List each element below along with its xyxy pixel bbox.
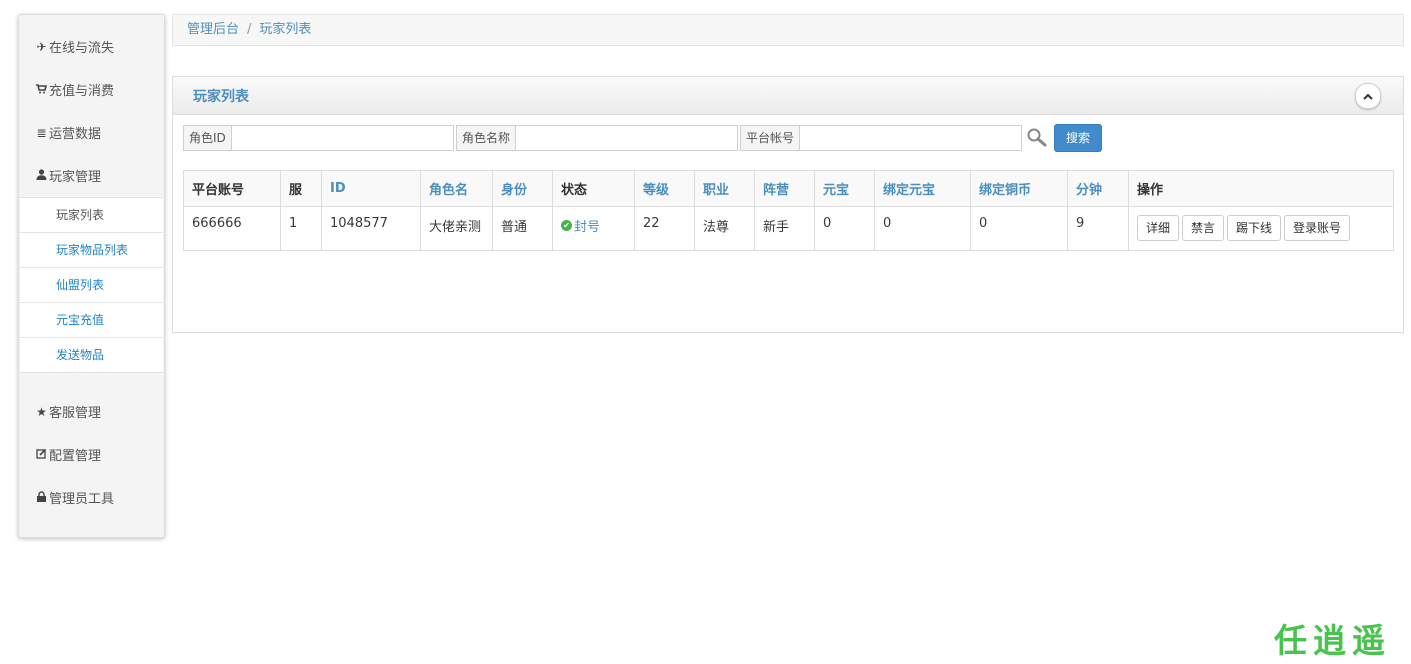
- check-circle-icon: ✔: [561, 220, 572, 231]
- role-id-field: 角色ID: [183, 125, 454, 151]
- nav-item-operations[interactable]: ≣ 运营数据: [35, 123, 102, 143]
- platform-account-input[interactable]: [800, 126, 1021, 150]
- plane-icon: ✈: [36, 39, 47, 54]
- star-icon: ★: [36, 404, 47, 419]
- cell-camp: 新手: [754, 206, 815, 251]
- column-header-bind-copper[interactable]: 绑定铜币: [970, 170, 1068, 207]
- role-id-input[interactable]: [231, 126, 453, 150]
- column-header-yuanbao[interactable]: 元宝: [814, 170, 875, 207]
- panel-header: 玩家列表: [173, 77, 1403, 115]
- breadcrumb-home-link[interactable]: 管理后台: [187, 22, 239, 37]
- role-name-label: 角色名称: [457, 126, 517, 150]
- column-header-name[interactable]: 角色名: [420, 170, 493, 207]
- sub-item-player-items[interactable]: 玩家物品列表: [20, 232, 163, 267]
- login-account-button[interactable]: 登录账号: [1284, 215, 1351, 241]
- mute-button[interactable]: 禁言: [1182, 215, 1225, 241]
- cell-server: 1: [280, 206, 322, 251]
- nav-item-recharge[interactable]: 充值与消费: [35, 80, 114, 99]
- nav-item-label: 充值与消费: [49, 84, 115, 99]
- sub-item-yuanbao-recharge[interactable]: 元宝充值: [20, 302, 163, 337]
- sidebar: ✈ 在线与流失 充值与消费 ≣ 运营数据 玩家管理 玩家列表 玩家物品列表 仙盟…: [18, 14, 165, 538]
- cart-icon: [35, 83, 48, 97]
- nav-item-customer-service[interactable]: ★ 客服管理: [35, 402, 102, 422]
- chevron-up-icon: [1363, 89, 1373, 104]
- cell-bind-copper: 0: [970, 206, 1068, 251]
- column-header-job[interactable]: 职业: [694, 170, 755, 207]
- platform-account-field: 平台帐号: [740, 125, 1022, 151]
- cell-platform-account: 666666: [183, 206, 281, 251]
- search-icon[interactable]: [1026, 127, 1048, 149]
- cell-id: 1048577: [321, 206, 421, 251]
- sub-item-player-list[interactable]: 玩家列表: [20, 198, 163, 232]
- column-header-id[interactable]: ID: [321, 170, 421, 207]
- nav-item-admin-tools[interactable]: 管理员工具: [35, 488, 114, 507]
- nav-item-label: 玩家管理: [49, 170, 102, 185]
- breadcrumb: 管理后台 / 玩家列表: [172, 14, 1404, 46]
- cell-actions: 详细 禁言 踢下线 登录账号: [1128, 206, 1394, 251]
- watermark-logo: 任逍遥: [1274, 621, 1391, 660]
- role-id-label: 角色ID: [184, 126, 232, 150]
- edit-icon: [35, 448, 48, 462]
- breadcrumb-separator: /: [247, 22, 252, 37]
- collapse-button[interactable]: [1355, 83, 1381, 109]
- player-submenu: 玩家列表 玩家物品列表 仙盟列表 元宝充值 发送物品: [20, 197, 163, 373]
- cell-identity: 普通: [492, 206, 553, 251]
- player-list-panel: 玩家列表 角色ID 角色名称 平台帐号 搜索 平台账号 服 ID 角色名 身份 …: [172, 76, 1404, 333]
- column-header-platform-account: 平台账号: [183, 170, 281, 207]
- nav-item-config[interactable]: 配置管理: [35, 445, 101, 464]
- cell-status: ✔ 封号: [552, 206, 635, 251]
- column-header-minutes[interactable]: 分钟: [1067, 170, 1129, 207]
- cell-yuanbao: 0: [814, 206, 875, 251]
- table-header-row: 平台账号 服 ID 角色名 身份 状态 等级 职业 阵营 元宝 绑定元宝 绑定铜…: [183, 170, 1394, 207]
- user-icon: [35, 168, 48, 183]
- cell-name: 大佬亲测: [420, 206, 493, 251]
- column-header-camp[interactable]: 阵营: [754, 170, 815, 207]
- player-table: 平台账号 服 ID 角色名 身份 状态 等级 职业 阵营 元宝 绑定元宝 绑定铜…: [183, 170, 1394, 251]
- nav-item-online-churn[interactable]: ✈ 在线与流失: [35, 37, 115, 57]
- breadcrumb-current-link[interactable]: 玩家列表: [259, 22, 311, 37]
- nav-item-player-management[interactable]: 玩家管理: [35, 166, 101, 185]
- nav-item-label: 配置管理: [49, 449, 102, 464]
- lock-icon: [35, 490, 48, 505]
- column-header-actions: 操作: [1128, 170, 1394, 207]
- status-link[interactable]: ✔ 封号: [561, 216, 600, 235]
- column-header-identity[interactable]: 身份: [492, 170, 553, 207]
- column-header-server: 服: [280, 170, 322, 207]
- nav-item-label: 管理员工具: [49, 492, 115, 507]
- column-header-status: 状态: [552, 170, 635, 207]
- cell-bind-yuanbao: 0: [874, 206, 971, 251]
- nav-item-label: 在线与流失: [49, 41, 115, 56]
- panel-title: 玩家列表: [193, 89, 249, 105]
- sub-item-guild-list[interactable]: 仙盟列表: [20, 267, 163, 302]
- list-icon: ≣: [36, 125, 47, 140]
- search-button[interactable]: 搜索: [1054, 124, 1102, 152]
- column-header-level[interactable]: 等级: [634, 170, 695, 207]
- cell-job: 法尊: [694, 206, 755, 251]
- nav-item-label: 运营数据: [49, 127, 102, 142]
- column-header-bind-yuanbao[interactable]: 绑定元宝: [874, 170, 971, 207]
- nav-item-label: 客服管理: [49, 406, 102, 421]
- kick-offline-button[interactable]: 踢下线: [1227, 215, 1282, 241]
- detail-button[interactable]: 详细: [1137, 215, 1180, 241]
- cell-minutes: 9: [1067, 206, 1129, 251]
- platform-account-label: 平台帐号: [741, 126, 801, 150]
- cell-level: 22: [634, 206, 695, 251]
- table-row: 666666 1 1048577 大佬亲测 普通 ✔ 封号 22 法尊 新手 0…: [183, 206, 1394, 251]
- role-name-input[interactable]: [516, 126, 737, 150]
- role-name-field: 角色名称: [456, 125, 738, 151]
- status-label: 封号: [574, 220, 601, 235]
- sub-item-send-items[interactable]: 发送物品: [20, 337, 163, 372]
